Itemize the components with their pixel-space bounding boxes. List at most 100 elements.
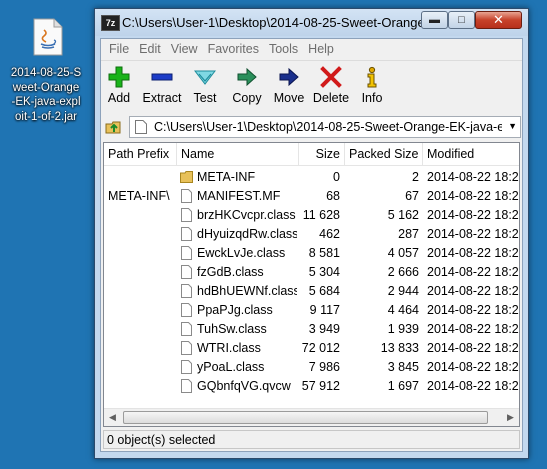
cell-size: 0 [333, 170, 340, 184]
extract-label: Extract [142, 91, 182, 105]
cell-path-prefix [108, 206, 176, 225]
window-client-area: File Edit View Favorites Tools Help Add Extra… [100, 38, 523, 452]
column-modified[interactable]: Modified [423, 143, 519, 165]
file-icon [135, 120, 147, 134]
minimize-icon: ▬ [429, 14, 440, 26]
column-size[interactable]: Size [299, 143, 345, 165]
delete-label: Delete [312, 91, 350, 105]
maximize-button[interactable]: □ [448, 11, 475, 29]
table-row[interactable]: yPoaL.class 7 986 3 845 2014-08-22 18:29 [104, 358, 519, 377]
cell-modified: 2014-08-22 18:29 [427, 322, 520, 336]
cell-packed-size: 13 833 [380, 341, 419, 355]
cell-packed-size: 1 697 [387, 379, 419, 393]
cell-name: WTRI.class [197, 341, 261, 355]
cell-packed-size: 1 939 [387, 322, 419, 336]
extract-button[interactable]: Extract [139, 63, 185, 111]
cell-path-prefix [108, 244, 176, 263]
column-name[interactable]: Name [177, 143, 299, 165]
table-row[interactable]: TuhSw.class 3 949 1 939 2014-08-22 18:29 [104, 320, 519, 339]
check-icon [194, 70, 216, 85]
table-row[interactable]: WTRI.class 72 012 13 833 2014-08-22 18:29 [104, 339, 519, 358]
minimize-button[interactable]: ▬ [421, 11, 448, 29]
cell-size: 7 986 [308, 360, 340, 374]
cell-name: brzHKCvcpr.class [197, 208, 296, 222]
test-label: Test [193, 91, 217, 105]
table-row[interactable]: GQbnfqVG.qvcw 57 912 1 697 2014-08-22 18:29 [104, 377, 519, 396]
java-jar-file-icon [33, 18, 63, 56]
up-folder-icon[interactable] [105, 118, 123, 136]
cell-modified: 2014-08-22 18:29 [427, 360, 520, 374]
table-row[interactable]: META-INF\ MANIFEST.MF 68 67 2014-08-22 18:29 [104, 187, 519, 206]
file-icon [181, 265, 192, 279]
cell-packed-size: 3 845 [387, 360, 419, 374]
menu-file[interactable]: File [104, 39, 134, 59]
cell-size: 72 012 [301, 341, 340, 355]
cell-name: hdBhUEWNf.class [197, 284, 297, 298]
column-packed-size[interactable]: Packed Size [345, 143, 423, 165]
window-title: C:\Users\User-1\Desktop\2014-08-25-Sweet… [122, 15, 422, 30]
file-icon [181, 227, 192, 241]
cell-size: 11 628 [302, 208, 340, 222]
move-label: Move [273, 91, 305, 105]
table-row[interactable]: dHyuizqdRw.class 462 287 2014-08-22 18:29 [104, 225, 519, 244]
table-row[interactable]: PpaPJg.class 9 117 4 464 2014-08-22 18:29 [104, 301, 519, 320]
menu-tools[interactable]: Tools [264, 39, 303, 59]
cell-path-prefix [108, 301, 176, 320]
chevron-down-icon[interactable]: ▼ [508, 121, 517, 131]
file-list-header: Path Prefix Name Size Packed Size Modifi… [104, 143, 519, 166]
title-bar[interactable]: 7z C:\Users\User-1\Desktop\2014-08-25-Sw… [95, 9, 528, 36]
cell-packed-size: 2 666 [387, 265, 419, 279]
move-button[interactable]: Move [271, 63, 307, 111]
menu-help[interactable]: Help [303, 39, 339, 59]
cell-packed-size: 67 [405, 189, 419, 203]
file-icon [181, 360, 192, 374]
copy-arrow-icon [237, 67, 257, 87]
address-combobox[interactable]: C:\Users\User-1\Desktop\2014-08-25-Sweet… [129, 116, 521, 138]
file-icon [181, 379, 192, 393]
info-icon [367, 66, 377, 88]
table-row[interactable]: hdBhUEWNf.class 5 684 2 944 2014-08-22 18:2… [104, 282, 519, 301]
sevenzip-window: 7z C:\Users\User-1\Desktop\2014-08-25-Sw… [94, 8, 529, 459]
delete-button[interactable]: Delete [311, 63, 351, 111]
file-icon [181, 246, 192, 260]
file-icon [181, 341, 192, 355]
test-button[interactable]: Test [189, 63, 221, 111]
table-row[interactable]: META-INF 0 2 2014-08-22 18:29 [104, 168, 519, 187]
cell-size: 57 912 [301, 379, 340, 393]
cell-size: 8 581 [308, 246, 340, 260]
column-path-prefix[interactable]: Path Prefix [104, 143, 177, 165]
delete-x-icon [320, 66, 342, 88]
table-row[interactable]: EwckLvJe.class 8 581 4 057 2014-08-22 18:29 [104, 244, 519, 263]
maximize-icon: □ [458, 14, 465, 26]
table-row[interactable]: fzGdB.class 5 304 2 666 2014-08-22 18:29 [104, 263, 519, 282]
horizontal-scrollbar[interactable]: ◀ ▶ [104, 408, 519, 426]
cell-modified: 2014-08-22 18:29 [427, 170, 520, 184]
table-row[interactable]: brzHKCvcpr.class 11 628 5 162 2014-08-22 18… [104, 206, 519, 225]
app-icon[interactable]: 7z [101, 15, 120, 31]
menu-bar: File Edit View Favorites Tools Help [101, 39, 522, 59]
file-list[interactable]: Path Prefix Name Size Packed Size Modifi… [103, 142, 520, 427]
cell-name: TuhSw.class [197, 322, 267, 336]
cell-path-prefix [108, 168, 176, 187]
scrollbar-thumb[interactable] [123, 411, 488, 424]
scroll-right-icon[interactable]: ▶ [502, 409, 519, 426]
close-button[interactable]: ✕ [475, 11, 522, 29]
scroll-left-icon[interactable]: ◀ [104, 409, 121, 426]
info-button[interactable]: Info [357, 63, 387, 111]
toolbar: Add Extract Test Copy Move Delete Info [101, 60, 522, 113]
cell-name: META-INF [197, 170, 256, 184]
menu-favorites[interactable]: Favorites [203, 39, 264, 59]
cell-size: 68 [326, 189, 340, 203]
cell-path-prefix: META-INF\ [108, 189, 170, 203]
file-icon [181, 322, 192, 336]
cell-modified: 2014-08-22 18:29 [427, 227, 520, 241]
add-button[interactable]: Add [103, 63, 135, 111]
cell-packed-size: 4 057 [387, 246, 419, 260]
menu-view[interactable]: View [166, 39, 203, 59]
menu-edit[interactable]: Edit [134, 39, 166, 59]
copy-button[interactable]: Copy [229, 63, 265, 111]
address-path: C:\Users\User-1\Desktop\2014-08-25-Sweet… [154, 120, 502, 134]
cell-modified: 2014-08-22 18:29 [427, 189, 520, 203]
cell-packed-size: 287 [398, 227, 419, 241]
address-bar: C:\Users\User-1\Desktop\2014-08-25-Sweet… [101, 114, 522, 140]
